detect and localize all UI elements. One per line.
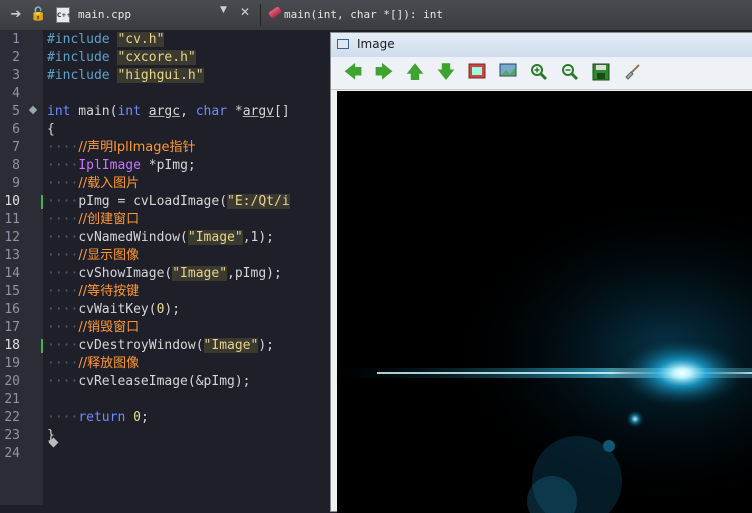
chevron-down-icon[interactable]: ▼ [220,5,227,15]
window-titlebar[interactable]: Image [331,33,752,58]
line-number: 10 [4,194,20,209]
fold-marker-icon[interactable] [28,105,38,115]
code-line: #include "cxcore.h" [47,50,196,65]
image-canvas[interactable] [337,91,752,513]
line-number: 19 [4,356,20,371]
line-number: 14 [4,266,20,281]
image-fit-icon[interactable] [467,63,487,83]
image-view-icon[interactable] [498,63,518,83]
line-number: 20 [4,374,20,389]
close-icon[interactable]: ✕ [240,5,250,19]
line-number: 22 [4,410,20,425]
code-line: ····//等待按键 [47,284,140,299]
line-number: 17 [4,320,20,335]
zoom-out-icon[interactable] [560,63,580,83]
navigate-forward-icon[interactable]: ➔ [8,7,24,23]
line-number: 11 [4,212,20,227]
line-number: 16 [4,302,20,317]
line-number: 23 [4,428,20,443]
brush-icon[interactable] [622,63,642,83]
toolbar-divider [260,4,261,26]
line-number: 21 [4,392,20,407]
line-number: 1 [12,32,20,47]
lock-icon[interactable]: 🔓 [30,7,46,23]
line-number: 24 [4,446,20,461]
line-number: 7 [12,140,20,155]
window-title: Image [357,37,395,51]
code-line: ····//销毁窗口 [47,320,140,335]
code-line: ····//创建窗口 [47,212,140,227]
line-number: 4 [12,86,20,101]
function-symbol-icon [268,6,282,19]
code-line: ····return 0; [47,410,149,425]
symbol-selector[interactable]: main(int, char *[]): int [284,8,443,21]
file-name: main.cpp [78,8,131,21]
code-line: ····cvReleaseImage(&pImg); [47,374,251,389]
line-number: 15 [4,284,20,299]
line-number: 8 [12,158,20,173]
code-line: ····cvNamedWindow("Image",1); [47,230,274,245]
line-number: 2 [12,50,20,65]
window-icon [337,39,349,49]
code-line: int main(int argc, char *argv[] [47,104,290,119]
line-number: 5 [12,104,20,119]
code-line: ····//载入图片 [47,176,140,191]
code-line: ····pImg = cvLoadImage("E:/Qt/i [47,194,290,209]
code-line: #include "cv.h" [47,32,165,47]
line-number: 9 [12,176,20,191]
code-line: #include "highgui.h" [47,68,204,83]
image-window[interactable]: Image 🡄 🡆 🡅 🡇 [330,32,752,513]
code-line: ····//释放图像 [47,356,140,371]
line-number: 13 [4,248,20,263]
up-arrow-icon[interactable]: 🡅 [405,63,425,83]
down-arrow-icon[interactable]: 🡇 [436,63,456,83]
code-line: ····cvWaitKey(0); [47,302,181,317]
forward-arrow-icon[interactable]: 🡆 [374,63,394,83]
code-line: ····cvShowImage("Image",pImg); [47,266,282,281]
code-line: ····//声明IplImage指针 [47,140,196,155]
line-number: 18 [4,338,20,353]
back-arrow-icon[interactable]: 🡄 [343,63,363,83]
code-line: { [47,122,55,137]
displayed-image [337,191,752,513]
image-toolbar: 🡄 🡆 🡅 🡇 [331,57,752,90]
editor-toolbar: ➔ 🔓 C++ main.cpp ▼ ✕ main(int, char *[])… [0,0,752,31]
line-number: 6 [12,122,20,137]
cpp-file-icon: C++ [56,7,71,23]
code-editor[interactable]: #include "cv.h" #include "cxcore.h" #inc… [43,30,343,505]
code-line: ····IplImage *pImg; [47,158,196,173]
line-number: 3 [12,68,20,83]
code-line: ····//显示图像 [47,248,140,263]
file-selector[interactable]: C++ main.cpp [54,4,234,26]
line-number-gutter: 1 2 3 4 5 6 7 8 9 10 11 12 13 14 15 16 1… [0,30,43,505]
zoom-in-icon[interactable] [529,63,549,83]
line-number: 12 [4,230,20,245]
code-line: ····cvDestroyWindow("Image"); [47,338,274,353]
save-icon[interactable] [591,63,611,83]
